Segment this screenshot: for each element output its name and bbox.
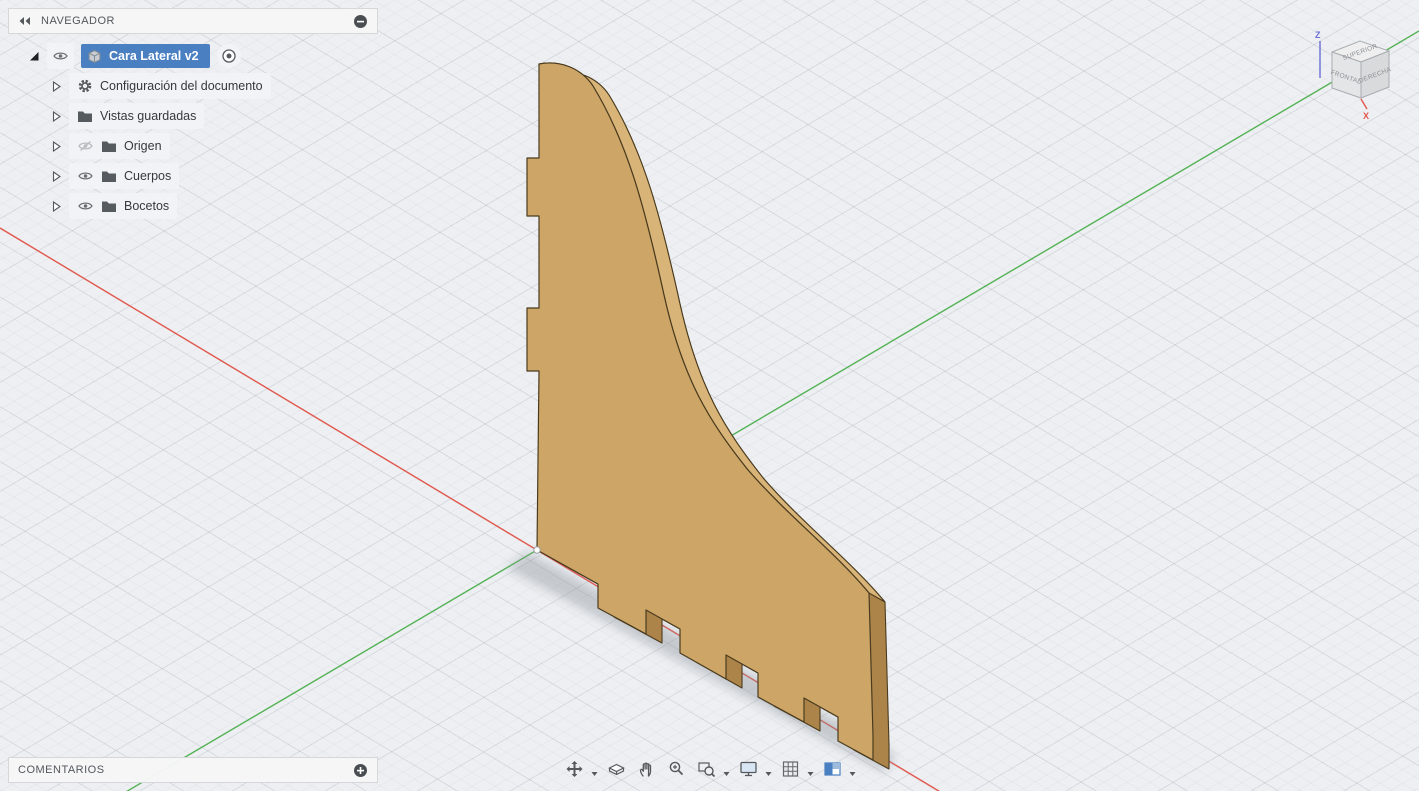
- comments-header[interactable]: COMENTARIOS: [8, 757, 378, 783]
- fit-button[interactable]: [693, 755, 720, 783]
- look-at-icon: [608, 763, 625, 776]
- model-body[interactable]: [526, 62, 874, 761]
- tree-item-label: Configuración del documento: [100, 79, 263, 93]
- visibility-chip[interactable]: [47, 43, 74, 69]
- caret-expanded-icon[interactable]: [28, 50, 40, 62]
- eye-icon[interactable]: [52, 50, 69, 62]
- tree-row-sketches[interactable]: Bocetos: [8, 191, 378, 221]
- display-settings-button[interactable]: [735, 755, 762, 783]
- tree-item-label: Bocetos: [124, 199, 170, 213]
- folder-icon: [102, 171, 116, 182]
- fit-flyout-caret[interactable]: [723, 772, 729, 776]
- orbit-flyout-caret[interactable]: [591, 772, 597, 776]
- pan-button[interactable]: [633, 755, 660, 783]
- gear-icon: [78, 79, 92, 93]
- display-settings-caret[interactable]: [765, 772, 771, 776]
- navigator-panel: NAVEGADOR Cara Lateral v2 Configuración …: [8, 8, 378, 221]
- activate-component-radio[interactable]: [216, 44, 241, 68]
- root-component-selected[interactable]: Cara Lateral v2: [81, 44, 210, 68]
- caret-collapsed-icon[interactable]: [50, 110, 62, 122]
- z-axis-label: Z: [1315, 30, 1321, 40]
- eye-icon[interactable]: [77, 170, 94, 182]
- collapse-left-icon[interactable]: [18, 16, 32, 26]
- grid-snaps-icon: [782, 761, 799, 777]
- eye-off-icon[interactable]: [77, 140, 94, 152]
- caret-collapsed-icon[interactable]: [50, 80, 62, 92]
- collapse-panel-icon[interactable]: [353, 14, 368, 29]
- pan-hand-icon: [639, 762, 652, 777]
- x-axis-tick: [1360, 98, 1368, 110]
- view-cube[interactable]: Z SUPERIOR FRONTAL DERECHA X: [1300, 22, 1410, 124]
- folder-icon: [102, 141, 116, 152]
- tree-item-label: Vistas guardadas: [100, 109, 197, 123]
- viewport-canvas[interactable]: Z SUPERIOR FRONTAL DERECHA X NAVEGADOR C…: [0, 0, 1419, 791]
- navigator-tree: Cara Lateral v2 Configuración del docume…: [8, 34, 378, 221]
- caret-collapsed-icon[interactable]: [50, 170, 62, 182]
- fit-zoom-window-icon: [698, 762, 716, 778]
- row-chip[interactable]: Cuerpos: [69, 163, 180, 189]
- zoom-button[interactable]: [663, 755, 690, 783]
- row-chip[interactable]: Vistas guardadas: [69, 103, 205, 129]
- grid-snaps-button[interactable]: [777, 755, 804, 783]
- look-at-button[interactable]: [603, 755, 630, 783]
- caret-collapsed-icon[interactable]: [50, 140, 62, 152]
- x-axis-label: X: [1363, 111, 1369, 121]
- tree-row-bodies[interactable]: Cuerpos: [8, 161, 378, 191]
- caret-collapsed-icon[interactable]: [50, 200, 62, 212]
- comments-title: COMENTARIOS: [18, 764, 105, 776]
- add-comment-icon[interactable]: [353, 763, 368, 778]
- eye-icon[interactable]: [77, 200, 94, 212]
- folder-icon: [78, 111, 92, 122]
- tree-row-document-settings[interactable]: Configuración del documento: [8, 71, 378, 101]
- viewports-button[interactable]: [819, 755, 846, 783]
- orbit-button[interactable]: [561, 755, 588, 783]
- tree-row-root[interactable]: Cara Lateral v2: [8, 41, 378, 71]
- orbit-icon: [566, 761, 583, 777]
- tree-row-saved-views[interactable]: Vistas guardadas: [8, 101, 378, 131]
- navigator-header[interactable]: NAVEGADOR: [8, 8, 378, 34]
- viewports-icon: [824, 762, 841, 776]
- navigation-toolbar: [561, 755, 858, 783]
- origin-point[interactable]: [533, 546, 541, 554]
- comments-panel: COMENTARIOS: [8, 757, 378, 783]
- folder-icon: [102, 201, 116, 212]
- grid-snaps-caret[interactable]: [807, 772, 813, 776]
- navigator-title: NAVEGADOR: [41, 15, 115, 27]
- root-component-label: Cara Lateral v2: [109, 49, 199, 63]
- row-chip[interactable]: Configuración del documento: [69, 73, 271, 99]
- component-cube-icon: [88, 49, 101, 63]
- zoom-icon: [669, 761, 684, 776]
- radio-selected-icon: [221, 49, 236, 63]
- tree-item-label: Origen: [124, 139, 162, 153]
- row-chip[interactable]: Bocetos: [69, 193, 178, 219]
- row-chip[interactable]: Origen: [69, 133, 170, 159]
- viewports-caret[interactable]: [849, 772, 855, 776]
- display-settings-icon: [740, 761, 757, 777]
- tree-row-origin[interactable]: Origen: [8, 131, 378, 161]
- tree-item-label: Cuerpos: [124, 169, 172, 183]
